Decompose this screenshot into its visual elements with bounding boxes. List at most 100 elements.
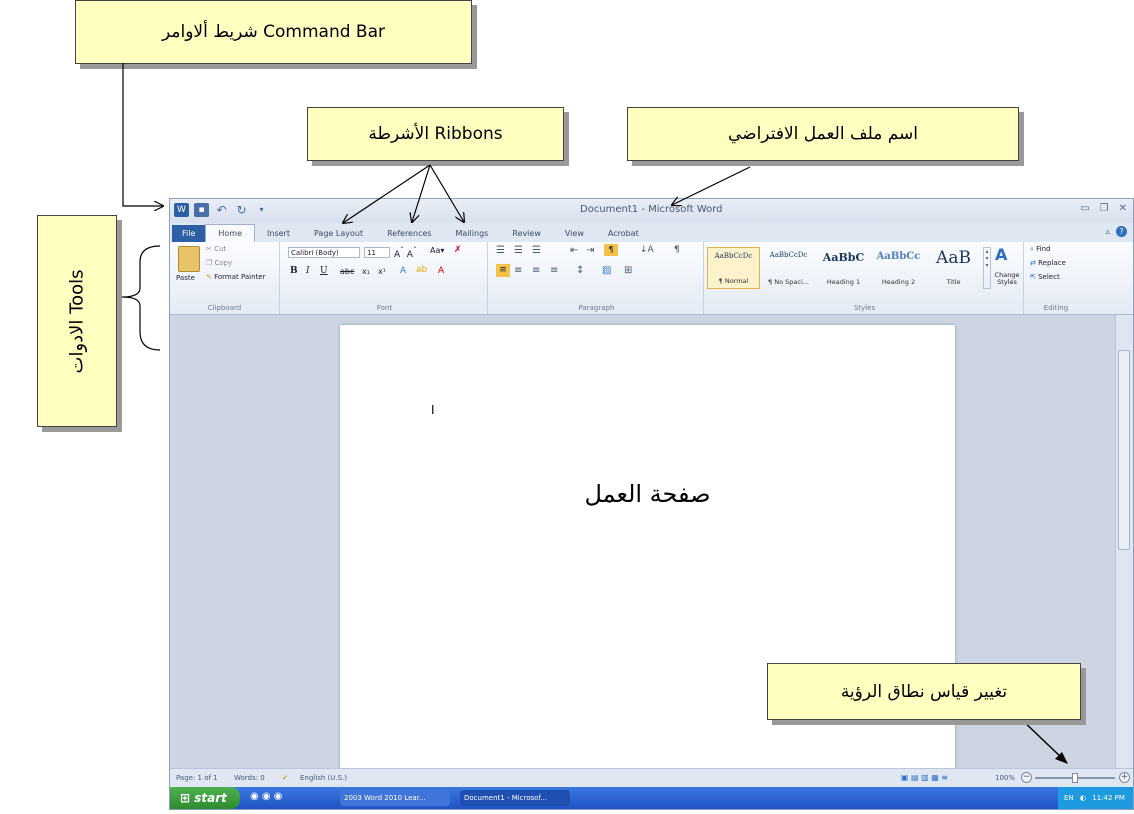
italic-icon[interactable]: I [306, 266, 310, 276]
change-styles-icon[interactable]: A [995, 245, 1007, 264]
clear-formatting-icon[interactable]: ✗ [454, 245, 462, 255]
tools-brace [121, 245, 161, 351]
center-icon[interactable]: ≡ [514, 265, 522, 276]
scrollbar-thumb[interactable] [1118, 350, 1130, 550]
style-heading-2[interactable]: AaBbCc Heading 2 [872, 247, 925, 289]
tab-insert[interactable]: Insert [255, 225, 302, 242]
zoom-level-label[interactable]: 100% [995, 774, 1015, 782]
zoom-callout-text: تغيير قياس نطاق الرؤية [840, 681, 1008, 702]
text-cursor: I [431, 403, 435, 417]
align-left-icon[interactable]: ≡ [496, 264, 510, 277]
tab-file[interactable]: File [172, 225, 206, 242]
copy-button[interactable]: ❐ Copy [206, 259, 232, 267]
window-title: Document1 - Microsoft Word [580, 204, 723, 215]
paragraph-group: ☰ ☰ ☰ ⇤ ⇥ ¶ ↓A ¶ ≡ ≡ ≡ ≡ ↕ ▨ ⊞ Paragraph [490, 242, 704, 314]
find-button[interactable]: ⌕ Find [1030, 245, 1051, 254]
replace-button[interactable]: ⇄ Replace [1030, 259, 1066, 267]
multilevel-list-icon[interactable]: ☰ [532, 245, 541, 256]
styles-scroll[interactable]: ▴ ▾ ▾ [983, 247, 991, 289]
undo-icon[interactable]: ↶ [214, 203, 229, 217]
ribbons-callout: الأشرطة Ribbons [307, 107, 564, 161]
taskbar-item[interactable]: 2003 Word 2010 Lear... [340, 790, 450, 806]
vertical-scrollbar[interactable] [1115, 315, 1133, 769]
style-heading-1[interactable]: AaBbC Heading 1 [817, 247, 870, 289]
tray-icon[interactable]: ◐ [1080, 794, 1086, 802]
quick-launch-icons[interactable]: ◉ ◉ ◉ [250, 791, 283, 802]
style-title[interactable]: AaB Title [927, 247, 980, 289]
language-label[interactable]: English (U.S.) [300, 774, 347, 782]
superscript-icon[interactable]: x¹ [378, 267, 386, 276]
editing-group: ⌕ Find ⇄ Replace ⇱ Select Editing [1026, 242, 1086, 314]
zoom-out-button[interactable]: − [1021, 772, 1032, 783]
grow-font-icon[interactable]: Aˆ Aˇ [394, 246, 417, 260]
font-color-icon[interactable]: A [438, 266, 444, 276]
word-count[interactable]: Words: 0 [234, 774, 265, 782]
proofing-icon[interactable]: ✔ [282, 774, 288, 782]
bold-icon[interactable]: B [290, 266, 298, 276]
numbering-icon[interactable]: ☰ [514, 245, 523, 256]
taskbar: ⊞ start ◉ ◉ ◉ 2003 Word 2010 Lear... Doc… [170, 787, 1133, 809]
copy-icon: ❐ [206, 259, 215, 267]
text-effects-icon[interactable]: A [400, 266, 406, 276]
cut-button[interactable]: ✂ Cut [206, 245, 226, 253]
tab-acrobat[interactable]: Acrobat [596, 225, 651, 242]
borders-icon[interactable]: ⊞ [624, 265, 632, 276]
justify-icon[interactable]: ≡ [550, 265, 558, 276]
paste-icon[interactable] [178, 246, 200, 272]
redo-icon[interactable]: ↻ [234, 203, 249, 217]
minimize-ribbon-icon[interactable]: ▵ [1105, 227, 1110, 237]
strikethrough-icon[interactable]: abc [340, 267, 354, 276]
customize-qat-icon[interactable]: ▾ [254, 203, 269, 217]
taskbar-item[interactable]: Document1 - Microsof... [460, 790, 570, 806]
subscript-icon[interactable]: x₁ [362, 267, 370, 276]
page-count[interactable]: Page: 1 of 1 [176, 774, 218, 782]
view-buttons[interactable]: ▣ ▤ ▥ ▦ ≡ [901, 773, 948, 782]
line-spacing-icon[interactable]: ↕ [576, 265, 584, 276]
cut-label: Cut [214, 245, 227, 253]
paste-label[interactable]: Paste [176, 274, 195, 282]
style-no-spacing[interactable]: AaBbCcDc ¶ No Spaci... [762, 247, 815, 289]
replace-icon: ⇄ [1030, 259, 1039, 267]
styles-group: AaBbCcDc ¶ Normal AaBbCcDc ¶ No Spaci...… [706, 242, 1024, 314]
change-case-icon[interactable]: Aa▾ [430, 246, 444, 255]
close-icon[interactable]: ✕ [1119, 203, 1127, 214]
ribbons-callout-text: الأشرطة Ribbons [368, 124, 503, 144]
font-size-select[interactable]: 11 [364, 247, 390, 258]
change-styles-label[interactable]: Change Styles [993, 272, 1021, 286]
replace-label: Replace [1038, 259, 1066, 267]
paragraph-group-label: Paragraph [578, 304, 615, 312]
style-preview: AaBbCcDc [769, 251, 808, 259]
rtl-icon[interactable]: ¶ [604, 244, 618, 256]
bullets-icon[interactable]: ☰ [496, 245, 505, 256]
word-icon[interactable]: W [174, 203, 189, 217]
align-right-icon[interactable]: ≡ [532, 265, 540, 276]
font-name-select[interactable]: Calibri (Body) [288, 247, 360, 258]
decrease-indent-icon[interactable]: ⇤ [570, 245, 578, 256]
save-icon[interactable]: ▪ [194, 203, 209, 217]
highlight-icon[interactable]: ab [416, 265, 427, 275]
restore-icon[interactable]: ❐ [1100, 203, 1109, 214]
increase-indent-icon[interactable]: ⇥ [586, 245, 594, 256]
select-button[interactable]: ⇱ Select [1030, 273, 1060, 281]
tab-page-layout[interactable]: Page Layout [302, 225, 375, 242]
clipboard-group: Paste ✂ Cut ❐ Copy ✎ Format Painter Clip… [170, 242, 280, 314]
sort-icon[interactable]: ↓A [640, 245, 654, 255]
format-painter-button[interactable]: ✎ Format Painter [206, 273, 266, 281]
tab-review[interactable]: Review [500, 225, 553, 242]
help-icon[interactable]: ? [1116, 226, 1127, 237]
tab-home[interactable]: Home [205, 224, 256, 242]
zoom-in-button[interactable]: + [1119, 772, 1130, 783]
tab-view[interactable]: View [553, 225, 596, 242]
language-indicator[interactable]: EN [1064, 794, 1074, 802]
show-marks-icon[interactable]: ¶ [674, 245, 680, 255]
minimize-icon[interactable]: ▭ [1080, 203, 1089, 214]
underline-icon[interactable]: U [320, 266, 328, 276]
tab-references[interactable]: References [375, 225, 443, 242]
tab-mailings[interactable]: Mailings [444, 225, 501, 242]
shading-icon[interactable]: ▨ [602, 265, 611, 276]
zoom-slider-knob[interactable] [1072, 773, 1078, 783]
select-icon: ⇱ [1030, 273, 1039, 281]
start-button[interactable]: ⊞ start [170, 787, 240, 809]
style-normal[interactable]: AaBbCcDc ¶ Normal [707, 247, 760, 289]
ribbon: Paste ✂ Cut ❐ Copy ✎ Format Painter Clip… [170, 242, 1133, 315]
